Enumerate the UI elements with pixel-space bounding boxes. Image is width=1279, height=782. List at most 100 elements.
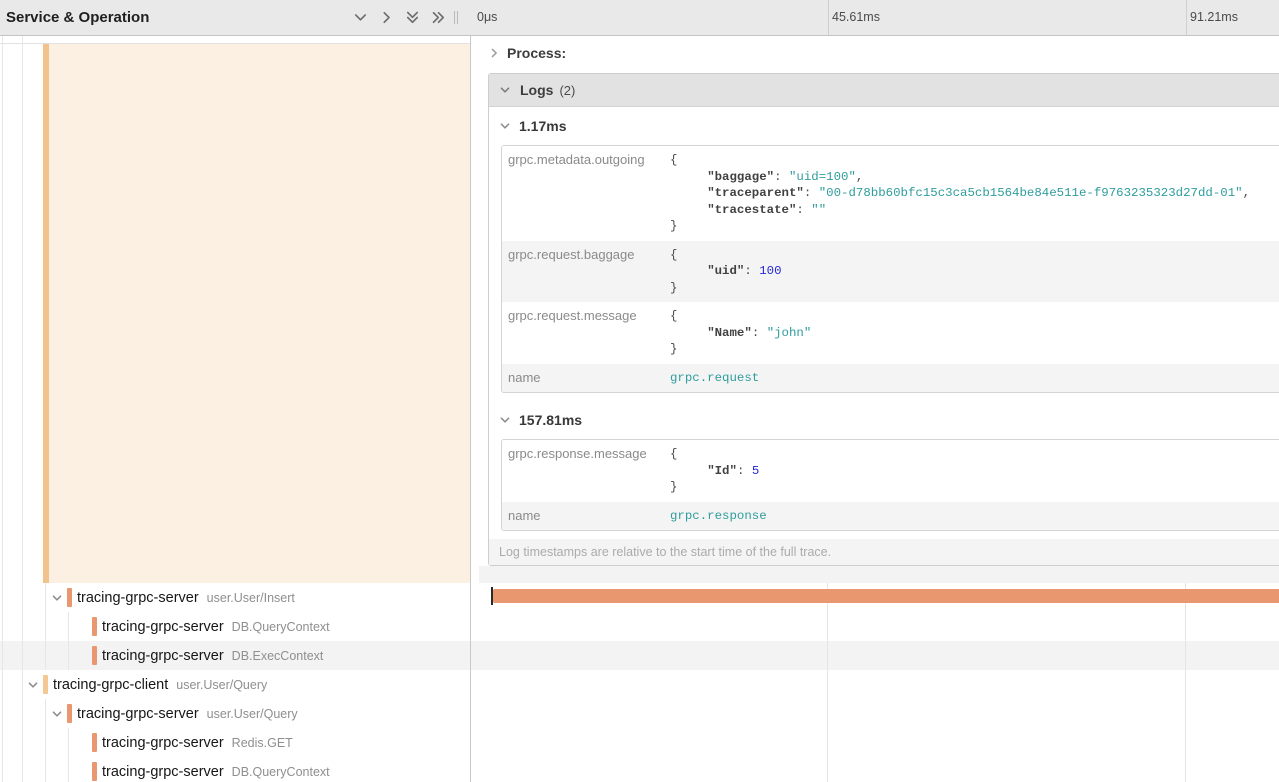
tree-guide-line (2, 728, 3, 757)
span-timeline-cell[interactable] (470, 757, 1279, 782)
span-service-name: tracing-grpc-client (53, 677, 168, 693)
span-row[interactable]: tracing-grpc-serveruser.User/Insert (0, 583, 1279, 612)
field-key: name (502, 364, 662, 393)
span-operation-name: user.User/Query (176, 678, 267, 692)
field-value: { "baggage": "uid=100", "traceparent": "… (662, 146, 1279, 241)
log-timestamp: 1.17ms (519, 118, 566, 134)
logs-footer-note: Log timestamps are relative to the start… (489, 539, 1279, 565)
tree-guide-line (22, 641, 23, 670)
chevron-down-icon[interactable] (51, 708, 63, 720)
span-start-tick (491, 587, 493, 605)
key-value-row: grpc.response.message{ "Id": 5 } (502, 440, 1279, 502)
span-row[interactable]: tracing-grpc-serverDB.ExecContext (0, 641, 1279, 670)
chevron-down-icon[interactable] (27, 679, 39, 691)
log-entry-header[interactable]: 157.81ms (489, 401, 1279, 439)
span-name-cell[interactable]: tracing-grpc-serverDB.QueryContext (0, 612, 470, 641)
span-timeline-cell[interactable] (470, 612, 1279, 641)
span-timeline-cell[interactable] (470, 728, 1279, 757)
trace-timeline-view: Service & Operation 0μs 45. (0, 0, 1279, 782)
log-entry-header[interactable]: 1.17ms (489, 107, 1279, 145)
field-value: { "uid": 100 } (662, 241, 1279, 303)
logs-accordion-header[interactable]: Logs (2) (489, 74, 1279, 107)
chevron-down-icon[interactable] (352, 10, 368, 26)
chevron-down-icon (499, 84, 511, 96)
trace-rows-area: Process: Logs (2) 1.17ms grpc.metadata.ou… (0, 36, 1279, 782)
span-duration-bar[interactable] (492, 589, 1279, 603)
collapse-controls (352, 0, 446, 35)
span-operation-name: DB.QueryContext (232, 620, 330, 634)
span-name-cell[interactable]: tracing-grpc-server user.User/Query (0, 699, 470, 728)
field-key: grpc.request.message (502, 302, 662, 364)
span-service-name: tracing-grpc-server (77, 590, 199, 606)
span-row[interactable]: tracing-grpc-serverDB.QueryContext (0, 612, 1279, 641)
detail-row-bottom (471, 566, 1279, 583)
ruler-tick-label: 45.61ms (832, 0, 880, 35)
service-operation-title: Service & Operation (6, 0, 149, 35)
key-value-row: grpc.metadata.outgoing{ "baggage": "uid=… (502, 146, 1279, 241)
span-row[interactable]: tracing-grpc-server user.User/Query (0, 699, 1279, 728)
field-value: { "Id": 5 } (662, 440, 1279, 502)
span-timeline-cell[interactable] (470, 583, 1279, 612)
chevron-down-icon (499, 414, 511, 426)
process-accordion[interactable]: Process: (488, 42, 1279, 64)
span-color-bar (43, 675, 48, 694)
span-color-bar (92, 733, 97, 752)
span-timeline-cell[interactable] (470, 699, 1279, 728)
chevron-right-icon[interactable] (378, 10, 394, 26)
timeline-header-row: Service & Operation 0μs 45. (0, 0, 1279, 36)
ruler-tick-label: 91.21ms (1190, 0, 1238, 35)
tree-guide-line (2, 757, 3, 782)
chevron-down-icon (499, 120, 511, 132)
field-key: grpc.response.message (502, 440, 662, 502)
span-service-name: tracing-grpc-server (77, 706, 199, 722)
span-row[interactable]: tracing-grpc-serverDB.QueryContext (0, 757, 1279, 782)
span-name-cell[interactable]: tracing-grpc-serverDB.ExecContext (0, 641, 470, 670)
span-timeline-cell[interactable] (470, 641, 1279, 670)
double-chevron-right-icon[interactable] (430, 10, 446, 26)
tree-guide-line (22, 757, 23, 782)
span-color-bar (67, 704, 72, 723)
panel-divider[interactable] (470, 36, 471, 782)
timeline-ruler: 0μs 45.61ms 91.21ms (470, 0, 1279, 35)
span-name-cell[interactable]: tracing-grpc-serverDB.QueryContext (0, 757, 470, 782)
logs-count: (2) (559, 83, 575, 98)
tree-guide-line (22, 612, 23, 641)
span-operation-name: user.User/Query (207, 707, 298, 721)
chevron-down-icon[interactable] (51, 592, 63, 604)
field-value: { "Name": "john" } (662, 302, 1279, 364)
logs-accordion: Logs (2) 1.17ms grpc.metadata.outgoing{ "… (488, 73, 1279, 566)
detail-row-bottom-fill (479, 566, 1279, 583)
span-row[interactable]: tracing-grpc-client user.User/Query (0, 670, 1279, 699)
tree-guide-line (45, 612, 46, 641)
span-labels: tracing-grpc-server user.User/Query (77, 699, 298, 728)
double-chevron-down-icon[interactable] (404, 10, 420, 26)
span-name-cell[interactable]: tracing-grpc-client user.User/Query (0, 670, 470, 699)
span-timeline-cell[interactable] (470, 670, 1279, 699)
tree-guide-line (22, 36, 23, 583)
span-name-cell[interactable]: tracing-grpc-serverRedis.GET (0, 728, 470, 757)
span-color-bar (92, 617, 97, 636)
column-resizer-grip[interactable] (454, 11, 462, 25)
key-value-row: namegrpc.request (502, 364, 1279, 393)
span-detail-wrapper: Process: Logs (2) 1.17ms grpc.metadata.ou… (471, 36, 1279, 566)
selected-span-highlight (49, 44, 470, 583)
span-service-name: tracing-grpc-server (102, 648, 224, 664)
tree-guide-line (68, 612, 69, 641)
span-operation-name: Redis.GET (232, 736, 293, 750)
tree-guide-line (22, 728, 23, 757)
tree-guide-line (45, 641, 46, 670)
field-key: name (502, 502, 662, 531)
ruler-tick-line (828, 0, 829, 35)
tree-guide-line (2, 670, 3, 699)
tree-guide-line (2, 36, 3, 583)
span-row[interactable]: tracing-grpc-serverRedis.GET (0, 728, 1279, 757)
tree-guide-line (2, 612, 3, 641)
tree-guide-line (45, 728, 46, 757)
ruler-tick-label: 0μs (477, 0, 497, 35)
span-name-cell[interactable]: tracing-grpc-serveruser.User/Insert (0, 583, 470, 612)
process-label: Process: (507, 45, 566, 61)
tree-guide-line (45, 757, 46, 782)
key-value-table: grpc.response.message{ "Id": 5 }namegrpc… (501, 439, 1279, 531)
selected-span-row-left[interactable] (0, 36, 470, 583)
span-labels: tracing-grpc-serverDB.QueryContext (102, 612, 330, 641)
